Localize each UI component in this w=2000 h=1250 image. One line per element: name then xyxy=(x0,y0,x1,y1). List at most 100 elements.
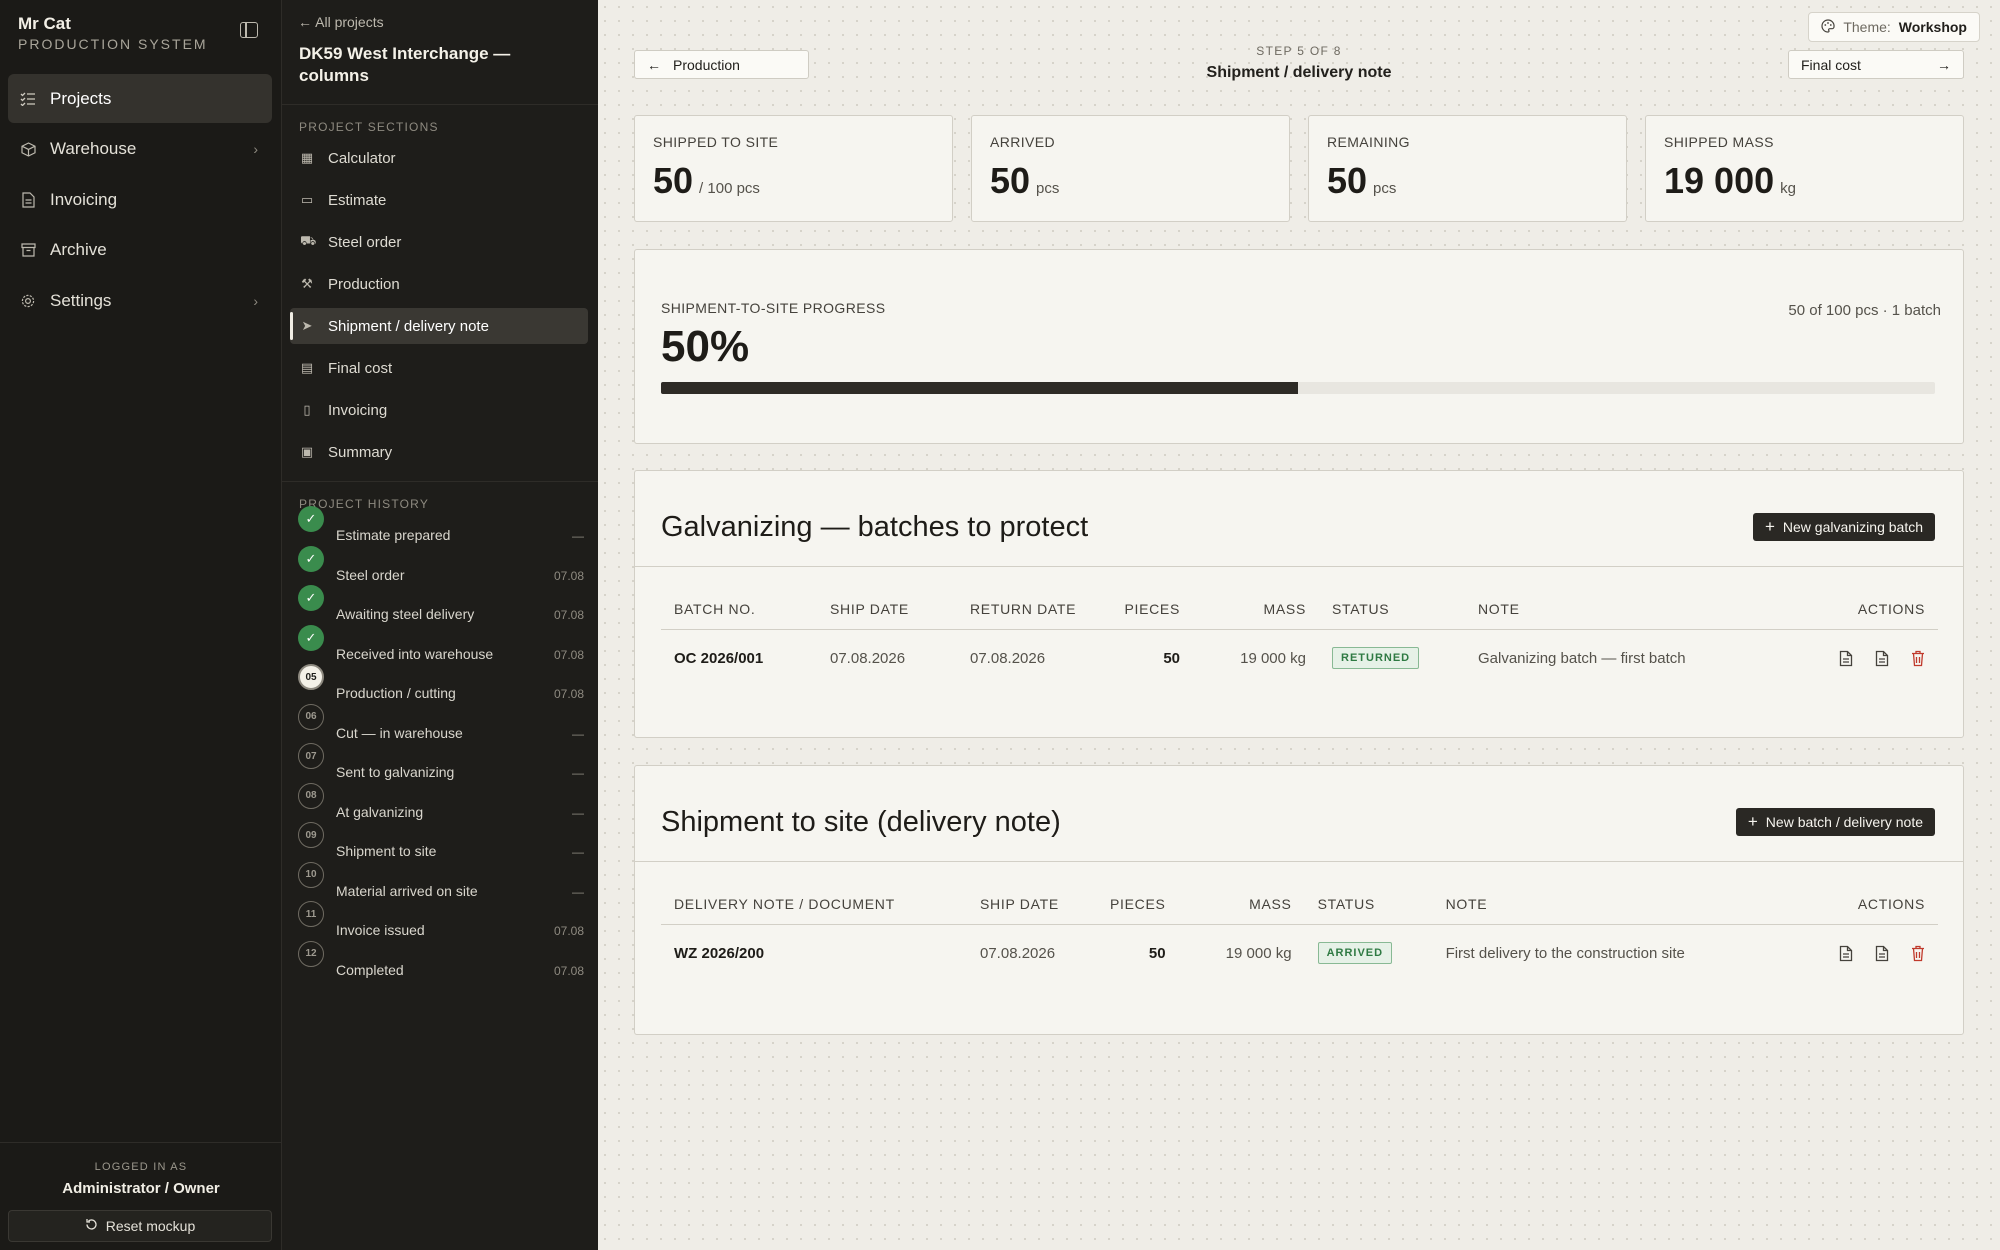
divider xyxy=(282,481,598,482)
history-item: 05 Production / cutting 07.08 xyxy=(298,664,584,704)
stat-unit: / 100 pcs xyxy=(699,180,760,197)
status-cell: ARRIVED xyxy=(1305,924,1433,982)
history-name: Completed xyxy=(336,961,404,978)
section-steel-order[interactable]: ⛟ Steel order xyxy=(290,224,588,260)
sidebar-item-invoicing[interactable]: Invoicing xyxy=(8,175,272,224)
history-item: ✓ Estimate prepared — xyxy=(298,506,584,546)
document-icon[interactable] xyxy=(1875,945,1889,962)
shipment-title: Shipment to site (delivery note) xyxy=(661,806,1061,838)
reset-mockup-button[interactable]: Reset mockup xyxy=(8,1210,272,1242)
history-date: — xyxy=(572,805,584,820)
sidebar-item-settings[interactable]: Settings › xyxy=(8,276,272,325)
document-icon[interactable] xyxy=(1839,945,1853,962)
check-icon: ✓ xyxy=(298,506,324,532)
check-icon: ✓ xyxy=(298,545,324,572)
stat-unit: kg xyxy=(1780,180,1796,197)
check-icon: ✓ xyxy=(298,624,324,651)
mass: 19 000 kg xyxy=(1225,944,1292,962)
section-final-cost[interactable]: ▤ Final cost xyxy=(290,350,588,386)
sidebar-item-label: Settings xyxy=(50,290,112,310)
history-item: 12 Completed 07.08 xyxy=(298,940,584,981)
next-step-label: Final cost xyxy=(1801,56,1861,73)
new-delivery-note-button[interactable]: + New batch / delivery note xyxy=(1735,808,1935,836)
document-icon[interactable] xyxy=(1839,650,1853,667)
note: Galvanizing batch — first batch xyxy=(1478,649,1686,667)
history-date: — xyxy=(572,529,584,543)
sidebar-item-warehouse[interactable]: Warehouse › xyxy=(8,125,272,174)
status-badge: ARRIVED xyxy=(1317,942,1393,965)
chevron-right-icon: › xyxy=(253,141,258,157)
stat-value: 19 000 xyxy=(1664,160,1775,201)
trash-icon[interactable] xyxy=(1911,945,1925,962)
section-calculator[interactable]: ▦ Calculator xyxy=(290,140,588,176)
section-shipment[interactable]: ➤ Shipment / delivery note xyxy=(290,308,588,344)
stat-unit: pcs xyxy=(1373,180,1397,197)
section-summary[interactable]: ▣ Summary xyxy=(290,434,588,470)
stat-label: SHIPPED TO SITE xyxy=(653,134,779,150)
previous-step-button[interactable]: ← Production xyxy=(634,50,809,79)
section-label: Final cost xyxy=(328,359,393,377)
brand-name: Mr Cat xyxy=(18,14,71,33)
section-invoicing[interactable]: ▯ Invoicing xyxy=(290,392,588,428)
archive-icon xyxy=(20,242,36,258)
note: First delivery to the construction site xyxy=(1445,944,1685,962)
next-step-button[interactable]: Final cost → xyxy=(1788,50,1964,79)
galvanizing-title: Galvanizing — batches to protect xyxy=(661,511,1089,543)
check-icon: ✓ xyxy=(298,585,324,611)
stat-unit: pcs xyxy=(1036,180,1060,197)
section-label: Estimate xyxy=(328,191,387,209)
table-header-row: BATCH NO. SHIP DATE RETURN DATE PIECES M… xyxy=(661,589,1938,630)
history-item: 11 Invoice issued 07.08 xyxy=(298,901,584,941)
project-sections-label: PROJECT SECTIONS xyxy=(299,120,439,134)
history-item: ✓ Steel order 07.08 xyxy=(298,545,584,586)
section-label: Invoicing xyxy=(328,401,388,419)
step-badge: 12 xyxy=(298,940,324,967)
delivery-note-number: WZ 2026/200 xyxy=(674,944,765,962)
reset-label: Reset mockup xyxy=(105,1218,196,1234)
document-icon xyxy=(20,191,36,208)
status-cell: RETURNED xyxy=(1319,629,1465,687)
shipment-table: DELIVERY NOTE / DOCUMENT SHIP DATE PIECE… xyxy=(661,884,1938,982)
progress-percent: 50% xyxy=(661,322,750,371)
previous-step-label: Production xyxy=(673,56,740,73)
history-name: Invoice issued xyxy=(336,922,425,938)
sidebar-item-label: Archive xyxy=(50,240,107,259)
sidebar-item-projects[interactable]: Projects xyxy=(8,74,272,123)
plus-icon: + xyxy=(1747,812,1758,831)
box-icon xyxy=(20,141,36,157)
reset-icon xyxy=(85,1218,98,1234)
galvanizing-header: Galvanizing — batches to protect + New g… xyxy=(635,471,1963,567)
section-estimate[interactable]: ▭ Estimate xyxy=(290,182,588,218)
history-name: Steel order xyxy=(336,566,405,583)
stat-card-shipped: SHIPPED TO SITE 50 / 100 pcs xyxy=(634,115,953,222)
theme-switcher[interactable]: Theme: Workshop xyxy=(1808,12,1980,42)
galvanizing-card: Galvanizing — batches to protect + New g… xyxy=(634,470,1964,738)
project-title: DK59 West Interchange — columns xyxy=(299,44,511,85)
column-header: ACTIONS xyxy=(1807,884,1938,925)
history-name: Production / cutting xyxy=(336,685,456,701)
new-galvanizing-batch-button[interactable]: + New galvanizing batch xyxy=(1752,513,1935,541)
column-header: NOTE xyxy=(1432,884,1808,925)
trash-icon[interactable] xyxy=(1911,650,1925,667)
column-header: PIECES xyxy=(1097,884,1179,925)
sidebar-item-archive[interactable]: Archive xyxy=(8,226,272,275)
section-label: Shipment / delivery note xyxy=(328,317,489,335)
stat-label: REMAINING xyxy=(1327,134,1410,150)
section-label: Steel order xyxy=(328,233,402,251)
project-sections: ▦ Calculator ▭ Estimate ⛟ Steel order ⚒ … xyxy=(290,140,588,476)
galvanizing-table: BATCH NO. SHIP DATE RETURN DATE PIECES M… xyxy=(661,589,1938,687)
progress-fill xyxy=(661,382,1298,394)
app-sidebar: Mr Cat PRODUCTION SYSTEM Projects Wareho… xyxy=(0,0,282,1250)
main-nav: Projects Warehouse › Invoicing Archive S… xyxy=(8,74,272,327)
palette-icon xyxy=(1821,18,1835,36)
column-header: PIECES xyxy=(1097,589,1193,630)
section-production[interactable]: ⚒ Production xyxy=(290,266,588,302)
sidebar-toggle-icon[interactable] xyxy=(240,22,258,38)
history-name: Cut — in warehouse xyxy=(336,724,463,741)
history-date: — xyxy=(572,884,584,899)
stat-card-arrived: ARRIVED 50 pcs xyxy=(971,115,1290,222)
all-projects-link[interactable]: ← All projects xyxy=(298,14,384,30)
column-header: STATUS xyxy=(1304,884,1433,925)
gear-icon xyxy=(20,293,36,309)
document-icon[interactable] xyxy=(1875,650,1889,667)
